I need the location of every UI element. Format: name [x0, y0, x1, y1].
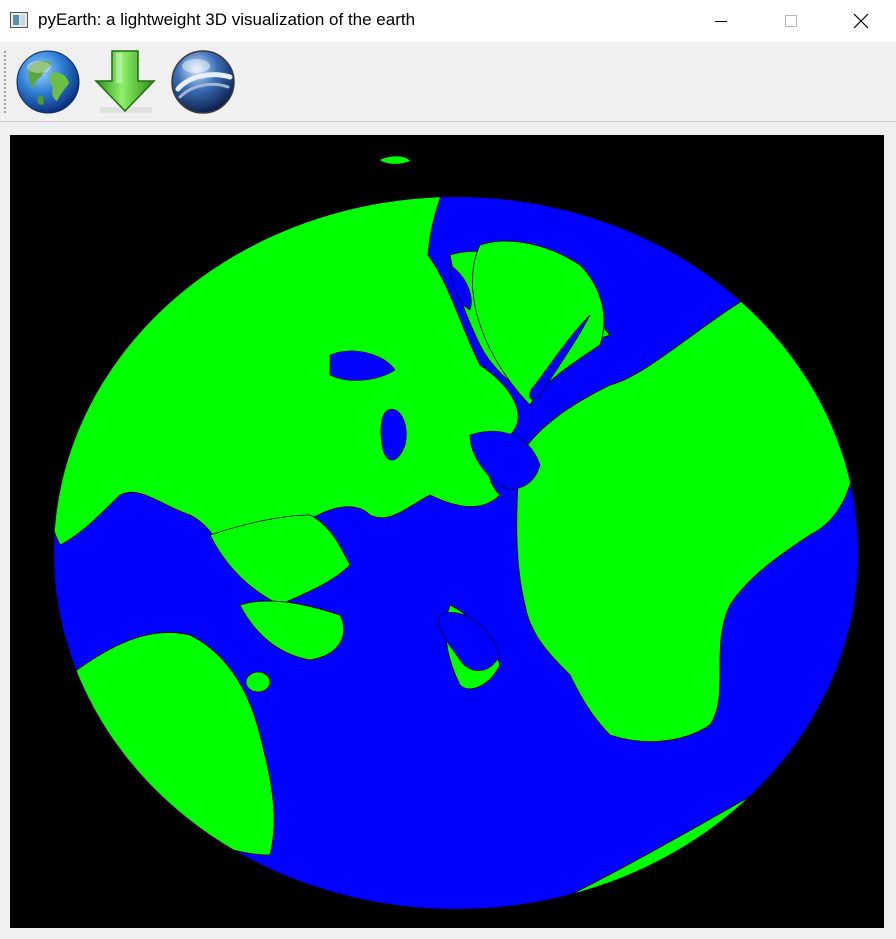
close-icon — [853, 13, 869, 29]
maximize-button[interactable] — [756, 0, 826, 42]
land-top-edge — [380, 156, 410, 164]
window-title: pyEarth: a lightweight 3D visualization … — [38, 10, 416, 29]
google-earth-button[interactable] — [169, 48, 237, 116]
download-arrow-icon — [94, 50, 156, 113]
globe-icon — [16, 50, 80, 114]
maximize-icon — [785, 15, 797, 27]
title-bar[interactable]: pyEarth: a lightweight 3D visualization … — [0, 0, 896, 42]
land-island — [245, 671, 271, 693]
close-button[interactable] — [826, 0, 896, 42]
toolbar-grip[interactable] — [3, 50, 7, 114]
earth-view-button[interactable] — [14, 48, 82, 116]
app-window-icon — [10, 12, 28, 28]
download-button[interactable] — [91, 48, 159, 116]
google-earth-icon — [171, 50, 235, 114]
toolbar — [0, 42, 896, 122]
earth-3d-viewport[interactable] — [10, 135, 884, 928]
minimize-button[interactable] — [686, 0, 756, 42]
minimize-icon — [715, 21, 727, 22]
earth-globe-render — [54, 156, 858, 909]
